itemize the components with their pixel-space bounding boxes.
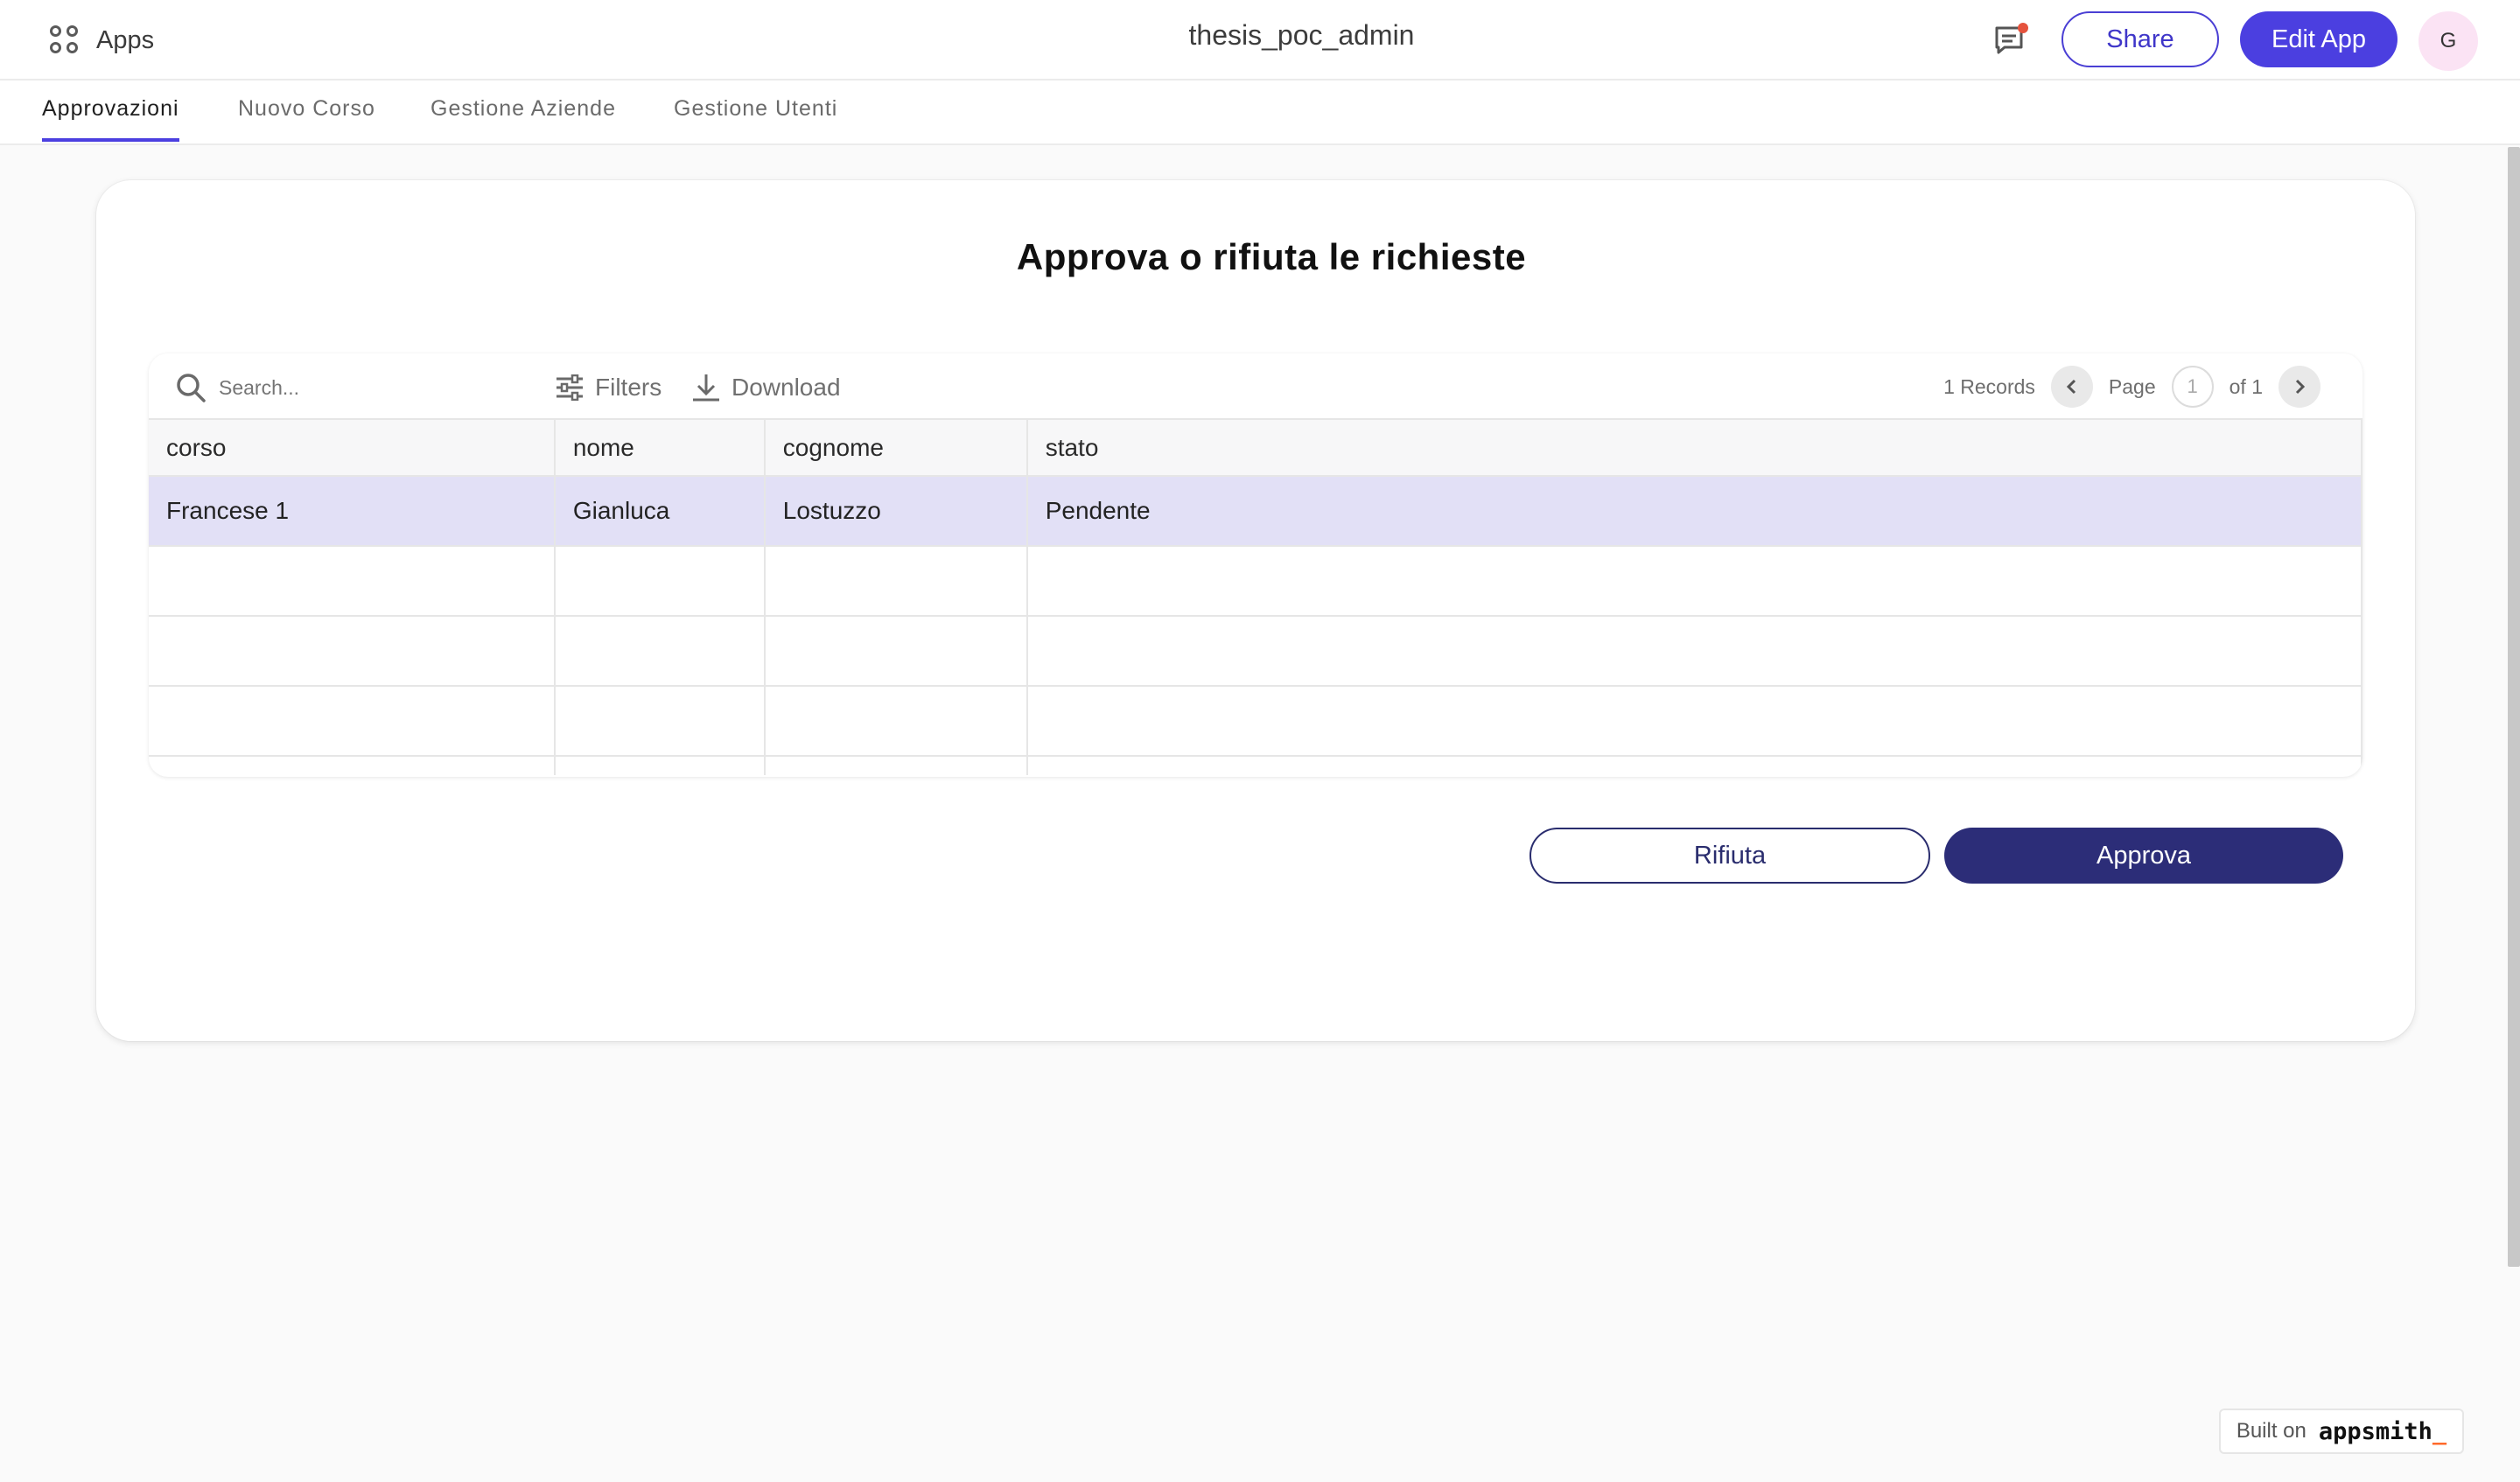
- built-on-label: Built on: [2236, 1419, 2306, 1443]
- cell-cognome: Lostuzzo: [764, 476, 1028, 547]
- empty-table-row: [149, 756, 2362, 775]
- search-input[interactable]: [219, 375, 481, 400]
- table-header-row: corso nome cognome stato: [149, 420, 2362, 477]
- app-header: Apps thesis_poc_admin Share Edit App G: [0, 0, 2520, 80]
- cell-corso: Francese 1: [149, 476, 556, 547]
- records-count: 1 Records: [1943, 374, 2035, 398]
- previous-page-button[interactable]: [2050, 366, 2093, 408]
- column-header-corso[interactable]: corso: [149, 420, 556, 477]
- user-avatar[interactable]: G: [2418, 11, 2478, 71]
- page-scrollbar[interactable]: [2508, 147, 2520, 1267]
- chevron-left-icon: [2066, 379, 2076, 395]
- page-total: of 1: [2229, 374, 2263, 398]
- search-icon: [177, 374, 206, 402]
- tab-nuovo-corso[interactable]: Nuovo Corso: [238, 96, 375, 142]
- table-toolbar: Filters Download 1 Records Page 1: [149, 353, 2362, 420]
- filters-label: Filters: [595, 374, 662, 401]
- filters-icon: [556, 374, 583, 401]
- comments-button[interactable]: [1993, 23, 2028, 58]
- chat-icon: [1995, 23, 2028, 54]
- built-on-appsmith-badge[interactable]: Built on appsmith_: [2219, 1409, 2464, 1454]
- tab-gestione-aziende[interactable]: Gestione Aziende: [430, 96, 616, 142]
- next-page-button[interactable]: [2278, 366, 2320, 408]
- table-row[interactable]: Francese 1 Gianluca Lostuzzo Pendente: [149, 476, 2362, 547]
- column-header-nome[interactable]: nome: [554, 420, 766, 477]
- requests-table-widget: Filters Download 1 Records Page 1: [149, 353, 2362, 777]
- column-header-stato[interactable]: stato: [1026, 420, 2362, 477]
- appsmith-brand-cursor: _: [2432, 1417, 2447, 1445]
- cell-nome: Gianluca: [554, 476, 766, 547]
- cell-stato: Pendente: [1026, 476, 2362, 547]
- requests-table: corso nome cognome stato Francese 1 Gian…: [149, 420, 2362, 775]
- appsmith-brand-text: appsmith: [2318, 1417, 2432, 1445]
- page-title: Approva o rifiuta le richieste: [1016, 236, 1527, 277]
- current-page-input[interactable]: 1: [2171, 366, 2214, 408]
- main-card: Approva o rifiuta le richieste Search...…: [96, 180, 2415, 1041]
- download-icon: [693, 374, 719, 402]
- appsmith-logo: appsmith_: [2319, 1418, 2446, 1445]
- share-button[interactable]: Share: [2062, 11, 2219, 67]
- table-pagination: 1 Records Page 1 of 1: [1943, 366, 2320, 408]
- empty-table-row: [149, 546, 2362, 617]
- download-label: Download: [732, 374, 841, 401]
- tab-gestione-utenti[interactable]: Gestione Utenti: [674, 96, 837, 142]
- chevron-right-icon: [2295, 379, 2306, 395]
- reject-button[interactable]: Rifiuta: [1530, 828, 1930, 884]
- approve-button[interactable]: Approva: [1944, 828, 2343, 884]
- empty-table-row: [149, 686, 2362, 757]
- edit-app-button[interactable]: Edit App: [2240, 11, 2398, 67]
- column-header-cognome[interactable]: cognome: [764, 420, 1028, 477]
- empty-table-row: [149, 616, 2362, 687]
- tab-approvazioni[interactable]: Approvazioni: [42, 96, 179, 142]
- download-button[interactable]: Download: [691, 371, 841, 404]
- notification-dot: [2018, 23, 2028, 33]
- filters-button[interactable]: Filters: [555, 371, 662, 404]
- page-tabs: Approvazioni Nuovo Corso Gestione Aziend…: [0, 80, 2520, 145]
- table-search: [175, 371, 481, 404]
- page-label: Page: [2108, 374, 2156, 398]
